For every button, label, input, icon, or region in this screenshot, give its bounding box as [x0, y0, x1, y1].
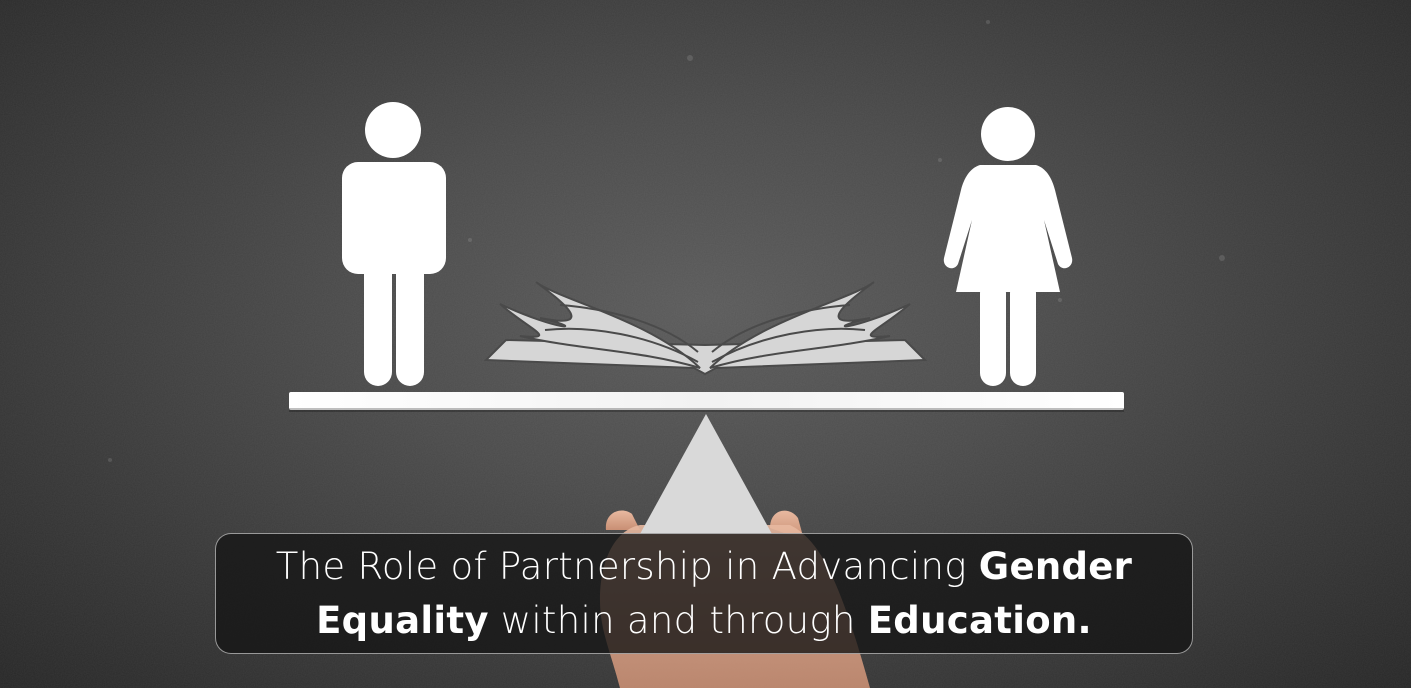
fulcrum-triangle [640, 414, 772, 534]
hero-image: The Role of Partnership in Advancing Gen… [0, 0, 1411, 688]
caption-title: The Role of Partnership in Advancing Gen… [234, 540, 1174, 648]
caption-box: The Role of Partnership in Advancing Gen… [215, 533, 1193, 654]
man-icon [342, 102, 446, 386]
woman-icon [943, 107, 1073, 386]
caption-part-1: The Role of Partnership in Advancing [275, 544, 979, 588]
balance-beam [289, 392, 1124, 410]
caption-part-2: within and through [488, 598, 868, 642]
open-book-icon [483, 281, 928, 376]
caption-bold-education: Education. [867, 598, 1092, 642]
